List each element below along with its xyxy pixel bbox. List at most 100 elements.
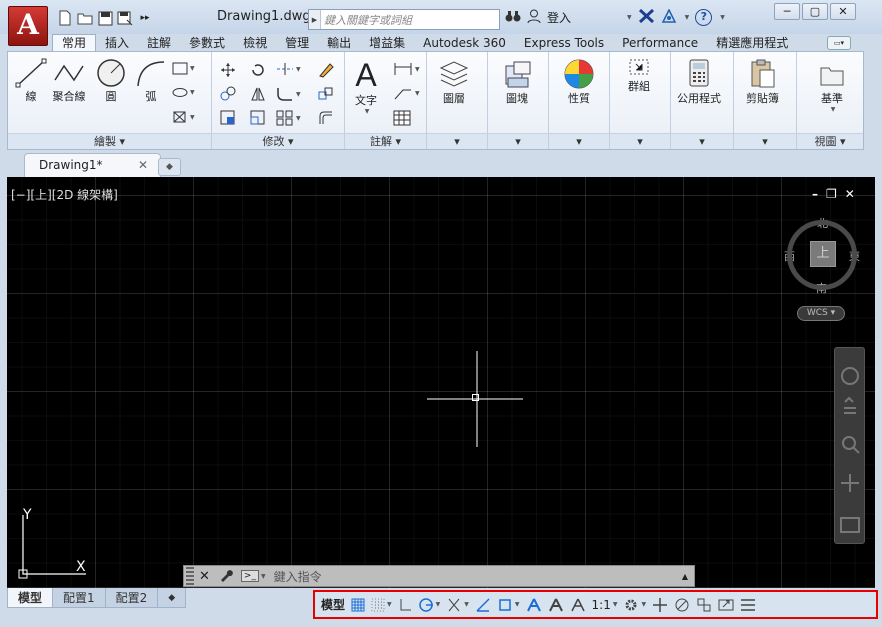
table-icon[interactable] <box>393 110 411 126</box>
annotation-scale-value[interactable]: 1:1 ▼ <box>592 598 618 612</box>
tab-autodesk-360[interactable]: Autodesk 360 <box>414 34 515 52</box>
properties-panel-expand[interactable]: ▾ <box>549 133 609 149</box>
mirror-icon[interactable] <box>250 86 266 102</box>
grid-icon[interactable] <box>351 598 365 612</box>
customization-menu-icon[interactable] <box>740 598 756 612</box>
modify-panel-title[interactable]: 修改 ▾ <box>212 133 344 149</box>
leader-icon[interactable]: ▼ <box>393 86 420 100</box>
wcs-menu-button[interactable]: WCS ▾ <box>797 306 845 321</box>
groups-panel-expand[interactable]: ▾ <box>610 133 670 149</box>
object-snap-icon[interactable]: ▼ <box>497 597 520 613</box>
tab-express-tools[interactable]: Express Tools <box>515 34 613 52</box>
tab-annotate[interactable]: 註解 <box>138 34 180 52</box>
array-icon[interactable]: ▼ <box>276 110 301 126</box>
viewcube[interactable]: 上 <box>787 220 857 290</box>
tab-layout1[interactable]: 配置1 <box>52 588 106 608</box>
groups-tool[interactable]: 群組 <box>626 56 652 94</box>
open-folder-icon[interactable] <box>76 9 94 27</box>
tab-model[interactable]: 模型 <box>7 588 54 608</box>
viewport-close-icon[interactable]: ✕ <box>845 187 855 201</box>
move-icon[interactable] <box>220 62 236 78</box>
close-tab-icon[interactable]: ✕ <box>138 158 148 172</box>
polyline-tool[interactable]: 聚合線 <box>52 58 86 104</box>
user-icon[interactable] <box>527 9 541 26</box>
tab-home[interactable]: 常用 <box>52 34 97 52</box>
help-icon[interactable]: ? <box>695 9 713 26</box>
close-button[interactable]: ✕ <box>830 3 856 20</box>
model-space-button[interactable]: 模型 <box>321 596 345 613</box>
ribbon-minimize-button[interactable]: ▭▾ <box>827 36 851 50</box>
viewport-label[interactable]: [−][上][2D 線架構] <box>11 186 118 203</box>
auto-scale-icon[interactable] <box>548 597 564 613</box>
layers-panel-expand[interactable]: ▾ <box>427 133 487 149</box>
viewport-minimize-icon[interactable]: – <box>812 187 818 201</box>
utilities-panel-expand[interactable]: ▾ <box>671 133 733 149</box>
command-prompt-icon[interactable]: >_ <box>240 570 259 582</box>
tab-performance[interactable]: Performance <box>613 34 707 52</box>
object-snap-tracking-icon[interactable] <box>475 597 491 613</box>
offset-icon[interactable] <box>318 110 334 126</box>
arc-tool[interactable]: 弧 <box>134 58 168 104</box>
signin-dropdown-icon[interactable]: ▼ <box>627 14 632 21</box>
draw-panel-title[interactable]: 繪製 ▾ <box>8 133 211 149</box>
help-dropdown-icon[interactable]: ▼ <box>720 14 725 21</box>
annotation-scale-icon[interactable] <box>570 597 586 613</box>
base-view-tool[interactable]: 基準 ▼ <box>817 58 847 113</box>
tab-insert[interactable]: 插入 <box>96 34 138 52</box>
more-tools-icon[interactable]: ▸▸ <box>136 9 154 27</box>
annotation-panel-title[interactable]: 註解 ▾ <box>345 133 426 149</box>
document-tab[interactable]: Drawing1* ✕ <box>24 153 161 177</box>
command-expand-icon[interactable]: ▲ <box>682 572 688 581</box>
trim-icon[interactable]: ▼ <box>276 62 301 76</box>
tab-view[interactable]: 檢視 <box>234 34 276 52</box>
viewcube-top-face[interactable]: 上 <box>810 241 836 267</box>
autodesk-account-icon[interactable] <box>661 8 677 26</box>
drawing-canvas[interactable]: [−][上][2D 線架構] – ❐ ✕ 北 西 東 南 上 WCS ▾ Y X… <box>7 177 875 588</box>
command-line-grip[interactable] <box>186 567 194 585</box>
utilities-tool[interactable]: 公用程式 <box>677 58 721 106</box>
tab-layout2[interactable]: 配置2 <box>104 588 159 608</box>
save-icon[interactable] <box>96 9 114 27</box>
tab-addins[interactable]: 增益集 <box>360 34 414 52</box>
tab-featured-apps[interactable]: 精選應用程式 <box>707 34 797 52</box>
application-menu-button[interactable]: A <box>8 6 48 46</box>
properties-tool[interactable]: 性質 <box>562 58 596 106</box>
search-toggle-icon[interactable]: ▶ <box>309 10 321 29</box>
block-panel-expand[interactable]: ▾ <box>488 133 548 149</box>
binoculars-icon[interactable] <box>505 9 521 26</box>
erase-icon[interactable] <box>318 62 334 78</box>
hatch-icon[interactable]: ▼ <box>172 86 195 99</box>
stretch-icon[interactable] <box>220 110 236 126</box>
new-tab-button[interactable]: ◆ <box>158 158 181 176</box>
circle-tool[interactable]: 圓 <box>94 58 128 104</box>
clean-screen-icon[interactable] <box>718 597 734 613</box>
annotation-visibility-icon[interactable] <box>526 597 542 613</box>
viewport-restore-icon[interactable]: ❐ <box>826 187 837 201</box>
add-layout-button[interactable]: ◆ <box>157 588 187 608</box>
block-tool[interactable]: 圖塊 <box>500 58 534 106</box>
copy-icon[interactable] <box>220 86 236 102</box>
account-dropdown-icon[interactable]: ▼ <box>685 14 690 21</box>
rotate-icon[interactable] <box>250 62 266 78</box>
ortho-icon[interactable] <box>398 598 412 612</box>
restore-button[interactable]: ▢ <box>802 3 828 20</box>
dimension-icon[interactable]: ▼ <box>393 62 420 76</box>
rectangle-icon[interactable]: ▼ <box>172 62 195 75</box>
clipboard-panel-expand[interactable]: ▾ <box>734 133 796 149</box>
view-panel-title[interactable]: 視圖 ▾ <box>797 133 863 149</box>
command-input[interactable]: 鍵入指令 <box>274 568 322 585</box>
line-tool[interactable]: 線 <box>14 58 48 104</box>
explode-icon[interactable] <box>318 86 334 102</box>
search-box[interactable]: ▶ 鍵入關鍵字或詞組 <box>308 9 500 30</box>
tab-manage[interactable]: 管理 <box>276 34 318 52</box>
isometric-icon[interactable]: ▼ <box>446 597 469 613</box>
command-history-dropdown[interactable]: ▼ <box>261 573 266 580</box>
minimize-button[interactable]: ─ <box>774 3 800 20</box>
text-tool[interactable]: A 文字 ▼ <box>355 58 377 115</box>
layers-tool[interactable]: 圖層 <box>437 58 471 106</box>
search-input[interactable]: 鍵入關鍵字或詞組 <box>321 12 412 28</box>
isolate-objects-icon[interactable] <box>674 597 690 613</box>
annotation-monitor-icon[interactable] <box>652 597 668 613</box>
save-as-icon[interactable] <box>116 9 134 27</box>
command-close-icon[interactable]: ✕ <box>199 569 210 584</box>
